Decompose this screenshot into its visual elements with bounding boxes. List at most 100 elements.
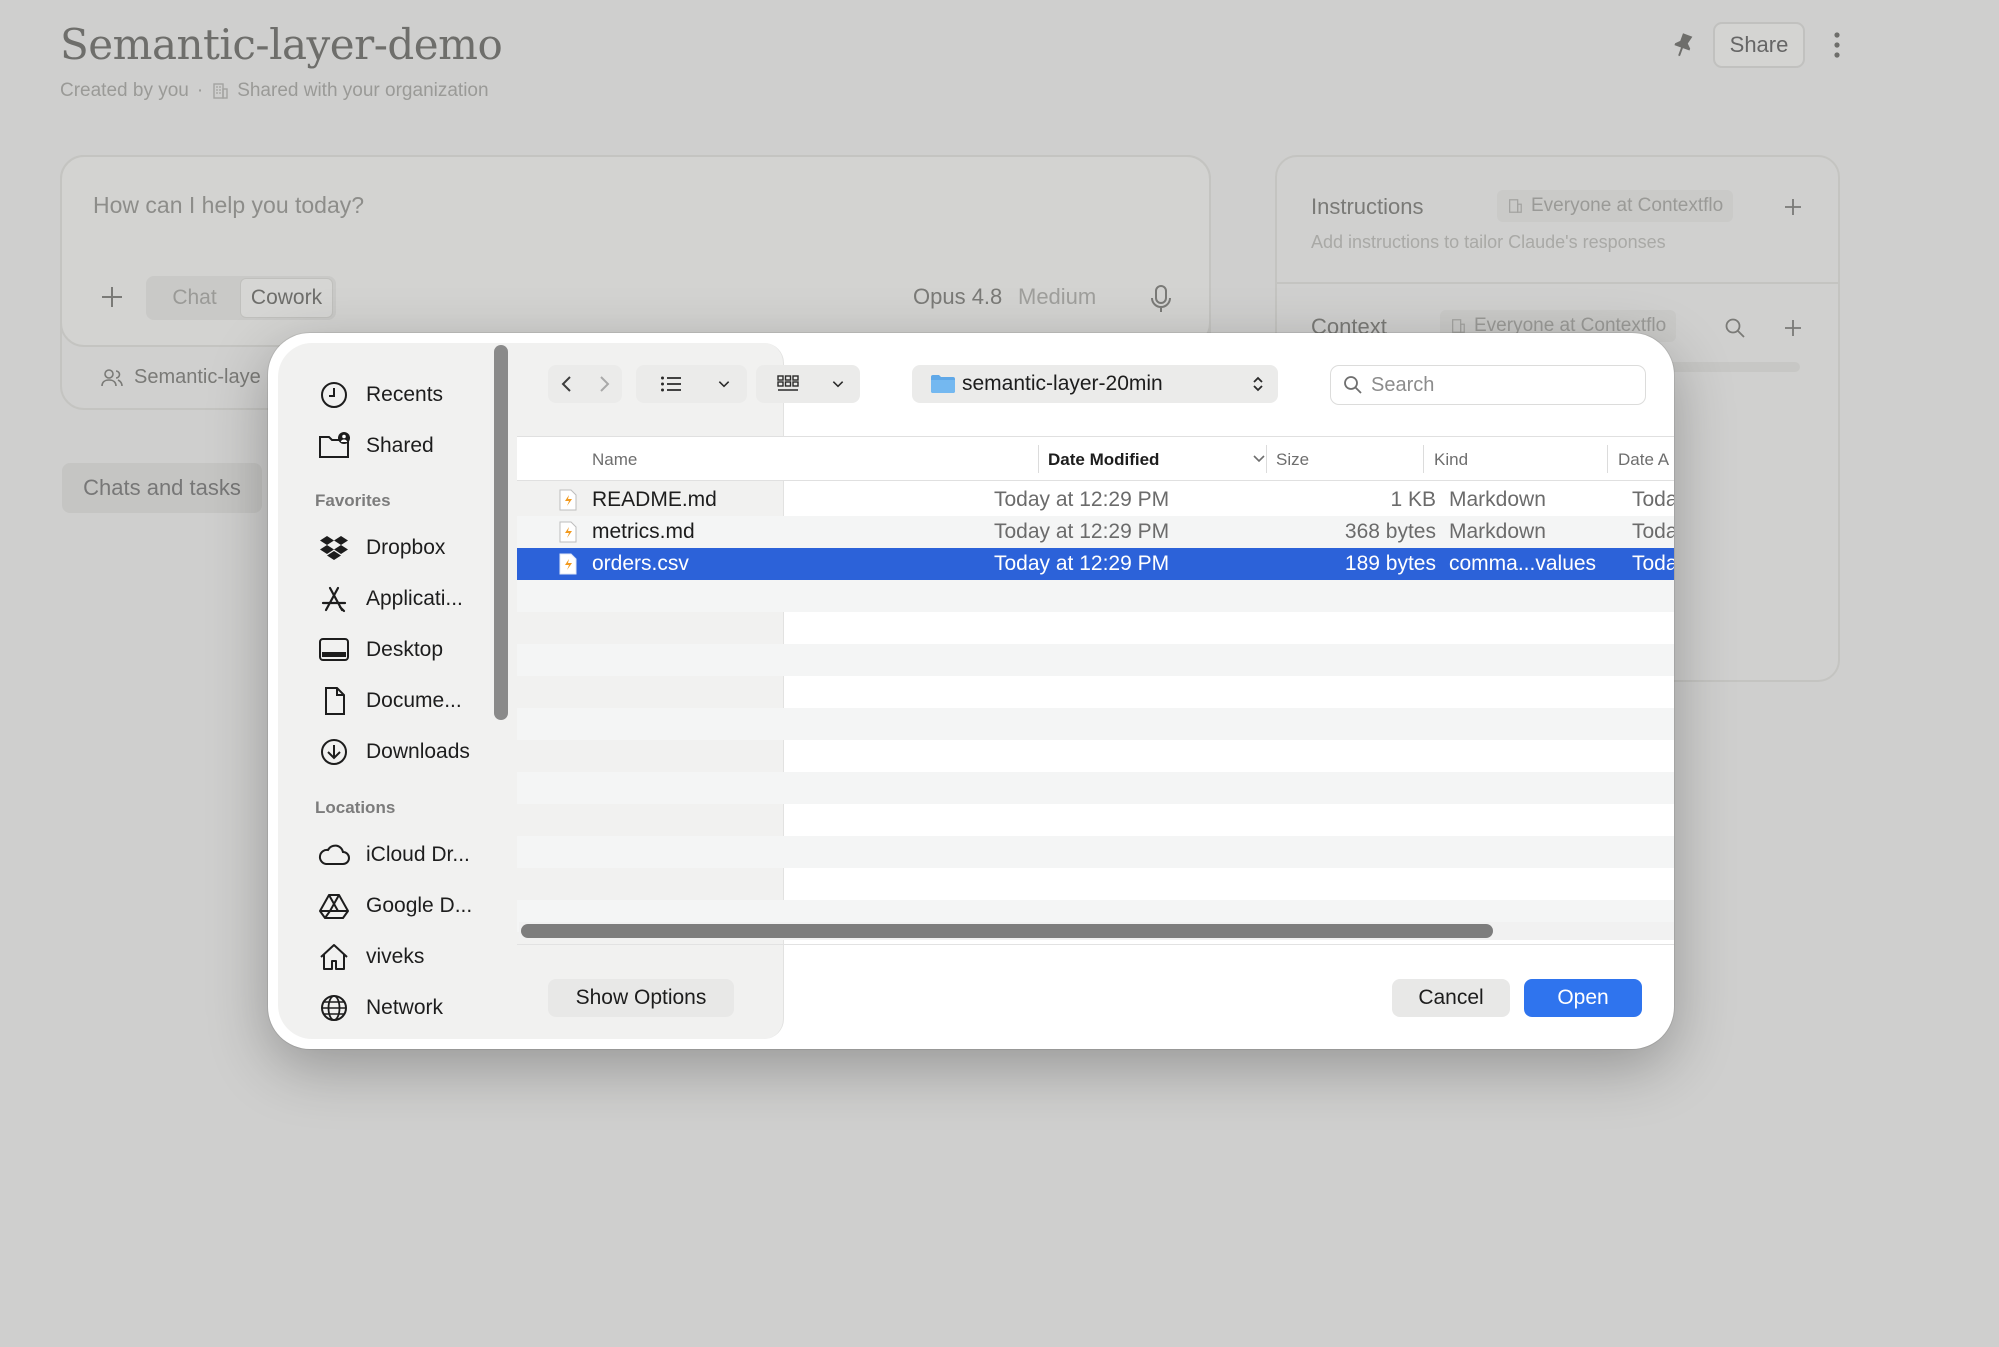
search-input[interactable] (1371, 373, 1631, 397)
add-context-icon[interactable] (1782, 317, 1804, 339)
share-button[interactable]: Share (1713, 22, 1805, 68)
sidebar-item-label: Docume... (366, 689, 462, 712)
file-row[interactable]: metrics.md Today at 12:29 PM 368 bytes M… (517, 516, 1674, 548)
empty-row (517, 644, 1674, 676)
sidebar-item-label: Google D... (366, 894, 473, 917)
grid-view-menu[interactable] (756, 365, 860, 403)
file-kind: comma...values (1449, 552, 1597, 575)
folder-icon (931, 375, 955, 393)
favorites-heading: Favorites (315, 491, 391, 510)
file-size: 189 bytes (1344, 552, 1436, 575)
clock-icon (321, 382, 347, 408)
home-icon (320, 944, 348, 970)
chevron-right-icon (599, 376, 609, 392)
chevron-down-icon (718, 381, 729, 388)
composer-placeholder[interactable]: How can I help you today? (93, 192, 364, 219)
column-date-added[interactable]: Date A (1618, 437, 1669, 482)
mode-toggle[interactable]: Chat Cowork (146, 276, 336, 320)
empty-row (517, 740, 1674, 772)
globe-icon (321, 995, 347, 1021)
view-options-dropdown[interactable] (706, 365, 741, 403)
column-divider[interactable] (1607, 445, 1608, 473)
column-kind[interactable]: Kind (1434, 437, 1468, 482)
sidebar-item-downloads[interactable]: Downloads (318, 734, 470, 770)
search-field[interactable] (1330, 365, 1646, 405)
file-date-added: Today (1632, 520, 1674, 543)
forward-button[interactable] (585, 365, 622, 403)
open-button[interactable]: Open (1524, 979, 1642, 1017)
add-instructions-icon[interactable] (1782, 196, 1804, 218)
column-date-modified[interactable]: Date Modified (1048, 437, 1159, 482)
sidebar-scroll-thumb[interactable] (494, 345, 508, 720)
file-open-dialog: Recents Shared Favorites Dropbox Applica… (268, 333, 1674, 1049)
meta-separator: · (196, 80, 204, 101)
cancel-button[interactable]: Cancel (1392, 979, 1510, 1017)
sidebar-item-dropbox[interactable]: Dropbox (318, 530, 445, 566)
grid-view-button[interactable] (756, 365, 820, 403)
column-divider[interactable] (1423, 445, 1424, 473)
back-button[interactable] (548, 365, 585, 403)
microphone-icon[interactable] (1148, 283, 1174, 315)
sidebar-scrollbar[interactable] (494, 345, 508, 720)
pin-icon[interactable] (1668, 30, 1698, 60)
sidebar-item-documents[interactable]: Docume... (318, 683, 462, 719)
group-options-dropdown[interactable] (820, 365, 856, 403)
document-icon (325, 687, 345, 715)
show-options-button[interactable]: Show Options (548, 979, 734, 1017)
add-attachment-icon[interactable] (98, 283, 126, 311)
sidebar-item-network[interactable]: Network (318, 990, 443, 1026)
search-icon[interactable] (1724, 317, 1746, 339)
project-row[interactable]: Semantic-laye (100, 366, 261, 389)
empty-row (517, 612, 1674, 644)
file-row[interactable]: README.md Today at 12:29 PM 1 KB Markdow… (517, 484, 1674, 516)
folder-path-popup[interactable]: semantic-layer-20min (912, 365, 1278, 403)
page-title: Semantic-layer-demo (60, 20, 503, 69)
empty-row (517, 676, 1674, 708)
sidebar-item-recents[interactable]: Recents (318, 377, 443, 413)
nav-buttons (548, 365, 622, 403)
instructions-scope-badge[interactable]: Everyone at Contextflo (1497, 190, 1734, 222)
sidebar-item-home[interactable]: viveks (318, 939, 424, 975)
effort-selector[interactable]: Medium (1018, 284, 1096, 310)
csv-file-icon (559, 553, 577, 575)
mode-cowork[interactable]: Cowork (240, 278, 333, 318)
horizontal-scroll-thumb[interactable] (521, 924, 1493, 938)
sidebar-item-label: Downloads (366, 740, 470, 763)
list-view-button[interactable] (636, 365, 706, 403)
sidebar-item-label: Recents (366, 383, 444, 406)
column-name[interactable]: Name (592, 437, 637, 482)
building-icon (213, 83, 228, 99)
sharing-status: Shared with your organization (237, 80, 489, 101)
markdown-file-icon (559, 521, 577, 543)
tab-chats-and-tasks[interactable]: Chats and tasks (62, 463, 262, 513)
up-down-chevron-icon (1253, 376, 1263, 392)
model-selector[interactable]: Opus 4.8 (913, 284, 1002, 310)
sidebar-item-desktop[interactable]: Desktop (318, 632, 443, 668)
project-row-label: Semantic-laye (134, 366, 261, 388)
chevron-left-icon (561, 376, 571, 392)
empty-row (517, 868, 1674, 900)
empty-row (517, 708, 1674, 740)
column-divider[interactable] (1038, 445, 1039, 473)
file-size: 368 bytes (1344, 520, 1436, 543)
list-icon (661, 376, 681, 392)
sidebar-item-google-drive[interactable]: Google D... (318, 888, 472, 924)
sidebar-item-applications[interactable]: Applicati... (318, 581, 463, 617)
column-size[interactable]: Size (1276, 437, 1309, 482)
file-name: metrics.md (592, 520, 695, 543)
file-kind: Markdown (1449, 488, 1546, 511)
sidebar-item-label: Dropbox (366, 536, 446, 559)
desktop-icon (319, 638, 349, 661)
column-divider[interactable] (1266, 445, 1267, 473)
search-icon (1344, 376, 1362, 394)
instructions-scope: Everyone at Contextflo (1531, 195, 1724, 216)
more-options-icon[interactable] (1827, 28, 1847, 62)
sidebar-item-icloud[interactable]: iCloud Dr... (318, 837, 470, 873)
file-row-selected[interactable]: orders.csv Today at 12:29 PM 189 bytes c… (517, 548, 1674, 580)
list-view-menu[interactable] (636, 365, 747, 403)
sort-descending-icon[interactable] (1252, 454, 1266, 464)
sidebar-item-label: viveks (366, 945, 425, 968)
sidebar-item-shared[interactable]: Shared (318, 428, 434, 464)
mode-chat[interactable]: Chat (149, 279, 240, 317)
file-date-added: Today (1632, 552, 1674, 575)
